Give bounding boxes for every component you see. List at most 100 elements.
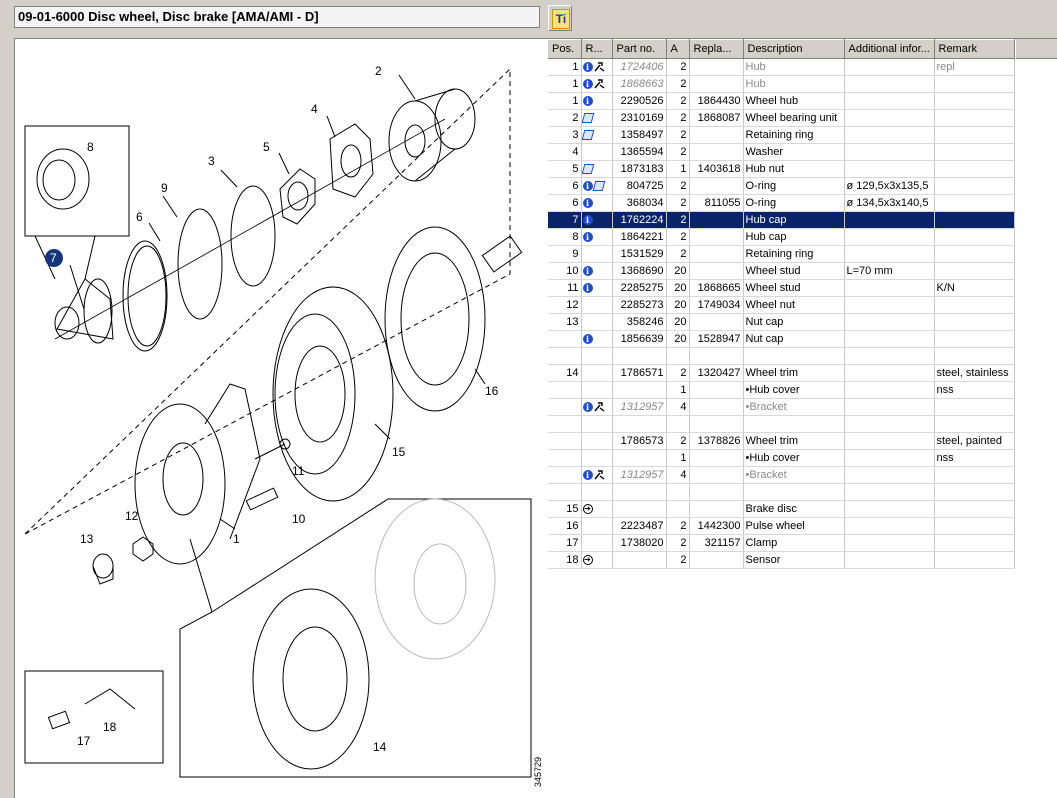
col-header-additional-info[interactable]: Additional infor... <box>844 39 935 59</box>
cell-part-no: 1531529 <box>612 245 667 263</box>
table-row[interactable]: i 1312957 4 •Bracket <box>548 466 1015 484</box>
info-icon[interactable]: i <box>582 232 593 243</box>
callout-17[interactable]: 17 <box>77 734 91 748</box>
cell-part-no: 1312957 <box>612 466 667 484</box>
callout-8[interactable]: 8 <box>87 140 94 154</box>
table-row[interactable]: 18 ➔ 2 Sensor <box>548 551 1015 569</box>
ti-button[interactable]: Ti <box>548 5 572 31</box>
table-row[interactable] <box>548 483 1015 501</box>
table-row[interactable]: i 1856639 20 1528947 Nut cap <box>548 330 1015 348</box>
callout-3[interactable]: 3 <box>208 154 215 168</box>
table-row[interactable]: 6 i 368034 2 811055 O-ring ø 134,5x3x140,5 <box>548 194 1015 212</box>
table-row[interactable]: 11 i 2285275 20 1868665 Wheel stud K/N <box>548 279 1015 297</box>
cell-description: Washer <box>743 143 845 161</box>
info-icon[interactable]: i <box>582 266 593 277</box>
col-header-pos[interactable]: Pos. <box>548 39 582 59</box>
callout-18[interactable]: 18 <box>103 720 117 734</box>
callout-7[interactable]: 7 <box>50 251 57 265</box>
info-icon[interactable]: i <box>582 181 593 192</box>
info-icon[interactable]: i <box>582 198 593 209</box>
info-icon[interactable]: i <box>582 79 593 90</box>
info-icon[interactable]: i <box>582 96 593 107</box>
callout-1[interactable]: 1 <box>233 532 240 546</box>
cell-replaced-by <box>689 75 744 93</box>
table-row[interactable]: 7 i 1762224 2 Hub cap <box>548 211 1015 229</box>
table-row[interactable]: i 1312957 4 •Bracket <box>548 398 1015 416</box>
special-tool-icon[interactable] <box>593 470 605 480</box>
special-tool-icon[interactable] <box>593 79 605 89</box>
special-tool-icon[interactable] <box>593 62 605 72</box>
arrow-right-icon[interactable]: ➔ <box>582 555 593 566</box>
cell-quantity: 2 <box>666 92 690 110</box>
table-row[interactable]: 4 1365594 2 Washer <box>548 143 1015 161</box>
table-row[interactable] <box>548 415 1015 433</box>
table-row[interactable] <box>548 347 1015 365</box>
cell-icons: i <box>581 177 613 195</box>
cell-part-no <box>612 449 667 467</box>
special-tool-icon[interactable] <box>593 402 605 412</box>
table-row[interactable]: 1 i 2290526 2 1864430 Wheel hub <box>548 92 1015 110</box>
table-row[interactable]: 5 1873183 1 1403618 Hub nut <box>548 160 1015 178</box>
callout-11[interactable]: 11 <box>292 464 305 478</box>
exploded-view-diagram[interactable]: 7 8 2 4 5 3 9 6 16 15 11 10 1 12 13 14 1… <box>14 38 549 798</box>
col-header-replaced[interactable]: Repla... <box>689 39 744 59</box>
table-row[interactable]: 3 1358497 2 Retaining ring <box>548 126 1015 144</box>
callout-14[interactable]: 14 <box>373 740 387 754</box>
info-icon[interactable]: i <box>582 283 593 294</box>
replacement-icon[interactable] <box>581 130 594 141</box>
info-icon[interactable]: i <box>582 334 593 345</box>
replacement-icon[interactable] <box>592 181 605 192</box>
table-row[interactable]: 8 i 1864221 2 Hub cap <box>548 228 1015 246</box>
table-row[interactable]: 1 •Hub cover nss <box>548 381 1015 399</box>
callout-4[interactable]: 4 <box>311 102 318 116</box>
cell-remark <box>934 228 1015 246</box>
callout-5[interactable]: 5 <box>263 140 270 154</box>
cell-additional-info <box>844 313 935 331</box>
info-icon[interactable]: i <box>582 402 593 413</box>
callout-15[interactable]: 15 <box>392 445 406 459</box>
cell-description: Wheel trim <box>743 432 845 450</box>
col-header-remark[interactable]: Remark <box>934 39 1015 59</box>
cell-icons <box>581 126 613 144</box>
arrow-right-icon[interactable]: ➔ <box>582 504 593 515</box>
callout-9[interactable]: 9 <box>161 181 168 195</box>
table-row[interactable]: 1 i 1868663 2 Hub <box>548 75 1015 93</box>
cell-pos: 13 <box>548 313 582 331</box>
cell-additional-info <box>844 534 935 552</box>
info-icon[interactable]: i <box>582 215 593 226</box>
table-row[interactable]: 14 1786571 2 1320427 Wheel trim steel, stainl… <box>548 364 1015 382</box>
cell-replaced-by <box>689 483 744 501</box>
cell-description <box>743 483 845 501</box>
callout-12[interactable]: 12 <box>125 509 139 523</box>
table-row[interactable]: 6 i 804725 2 O-ring ø 129,5x3x135,5 <box>548 177 1015 195</box>
cell-pos: 15 <box>548 500 582 518</box>
cell-quantity: 4 <box>666 398 690 416</box>
col-header-a[interactable]: A <box>666 39 690 59</box>
cell-replaced-by <box>689 228 744 246</box>
callout-6[interactable]: 6 <box>136 210 143 224</box>
replacement-icon[interactable] <box>581 113 594 124</box>
table-row[interactable]: 16 2223487 2 1442300 Pulse wheel <box>548 517 1015 535</box>
table-row[interactable]: 13 358246 20 Nut cap <box>548 313 1015 331</box>
callout-2[interactable]: 2 <box>375 64 382 78</box>
col-header-description[interactable]: Description <box>743 39 845 59</box>
table-row[interactable]: 15 ➔ Brake disc <box>548 500 1015 518</box>
table-row[interactable]: 12 2285273 20 1749034 Wheel nut <box>548 296 1015 314</box>
callout-13[interactable]: 13 <box>80 532 94 546</box>
callout-16[interactable]: 16 <box>485 384 499 398</box>
info-icon[interactable]: i <box>582 470 593 481</box>
table-row[interactable]: 9 1531529 2 Retaining ring <box>548 245 1015 263</box>
table-row[interactable]: 1786573 2 1378826 Wheel trim steel, painted <box>548 432 1015 450</box>
replacement-icon[interactable] <box>581 164 594 175</box>
parts-table-panel[interactable]: Pos. R... Part no. A Repla... Descriptio… <box>548 38 1057 798</box>
callout-10[interactable]: 10 <box>292 512 306 526</box>
table-row[interactable]: 10 i 1368690 20 Wheel stud L=70 mm <box>548 262 1015 280</box>
cell-pos: 12 <box>548 296 582 314</box>
table-row[interactable]: 17 1738020 2 321157 Clamp <box>548 534 1015 552</box>
table-row[interactable]: 1 i 1724406 2 Hub repl <box>548 58 1015 76</box>
info-icon[interactable]: i <box>582 62 593 73</box>
col-header-part-no[interactable]: Part no. <box>612 39 667 59</box>
table-row[interactable]: 1 •Hub cover nss <box>548 449 1015 467</box>
col-header-r[interactable]: R... <box>581 39 613 59</box>
table-row[interactable]: 2 2310169 2 1868087 Wheel bearing unit <box>548 109 1015 127</box>
